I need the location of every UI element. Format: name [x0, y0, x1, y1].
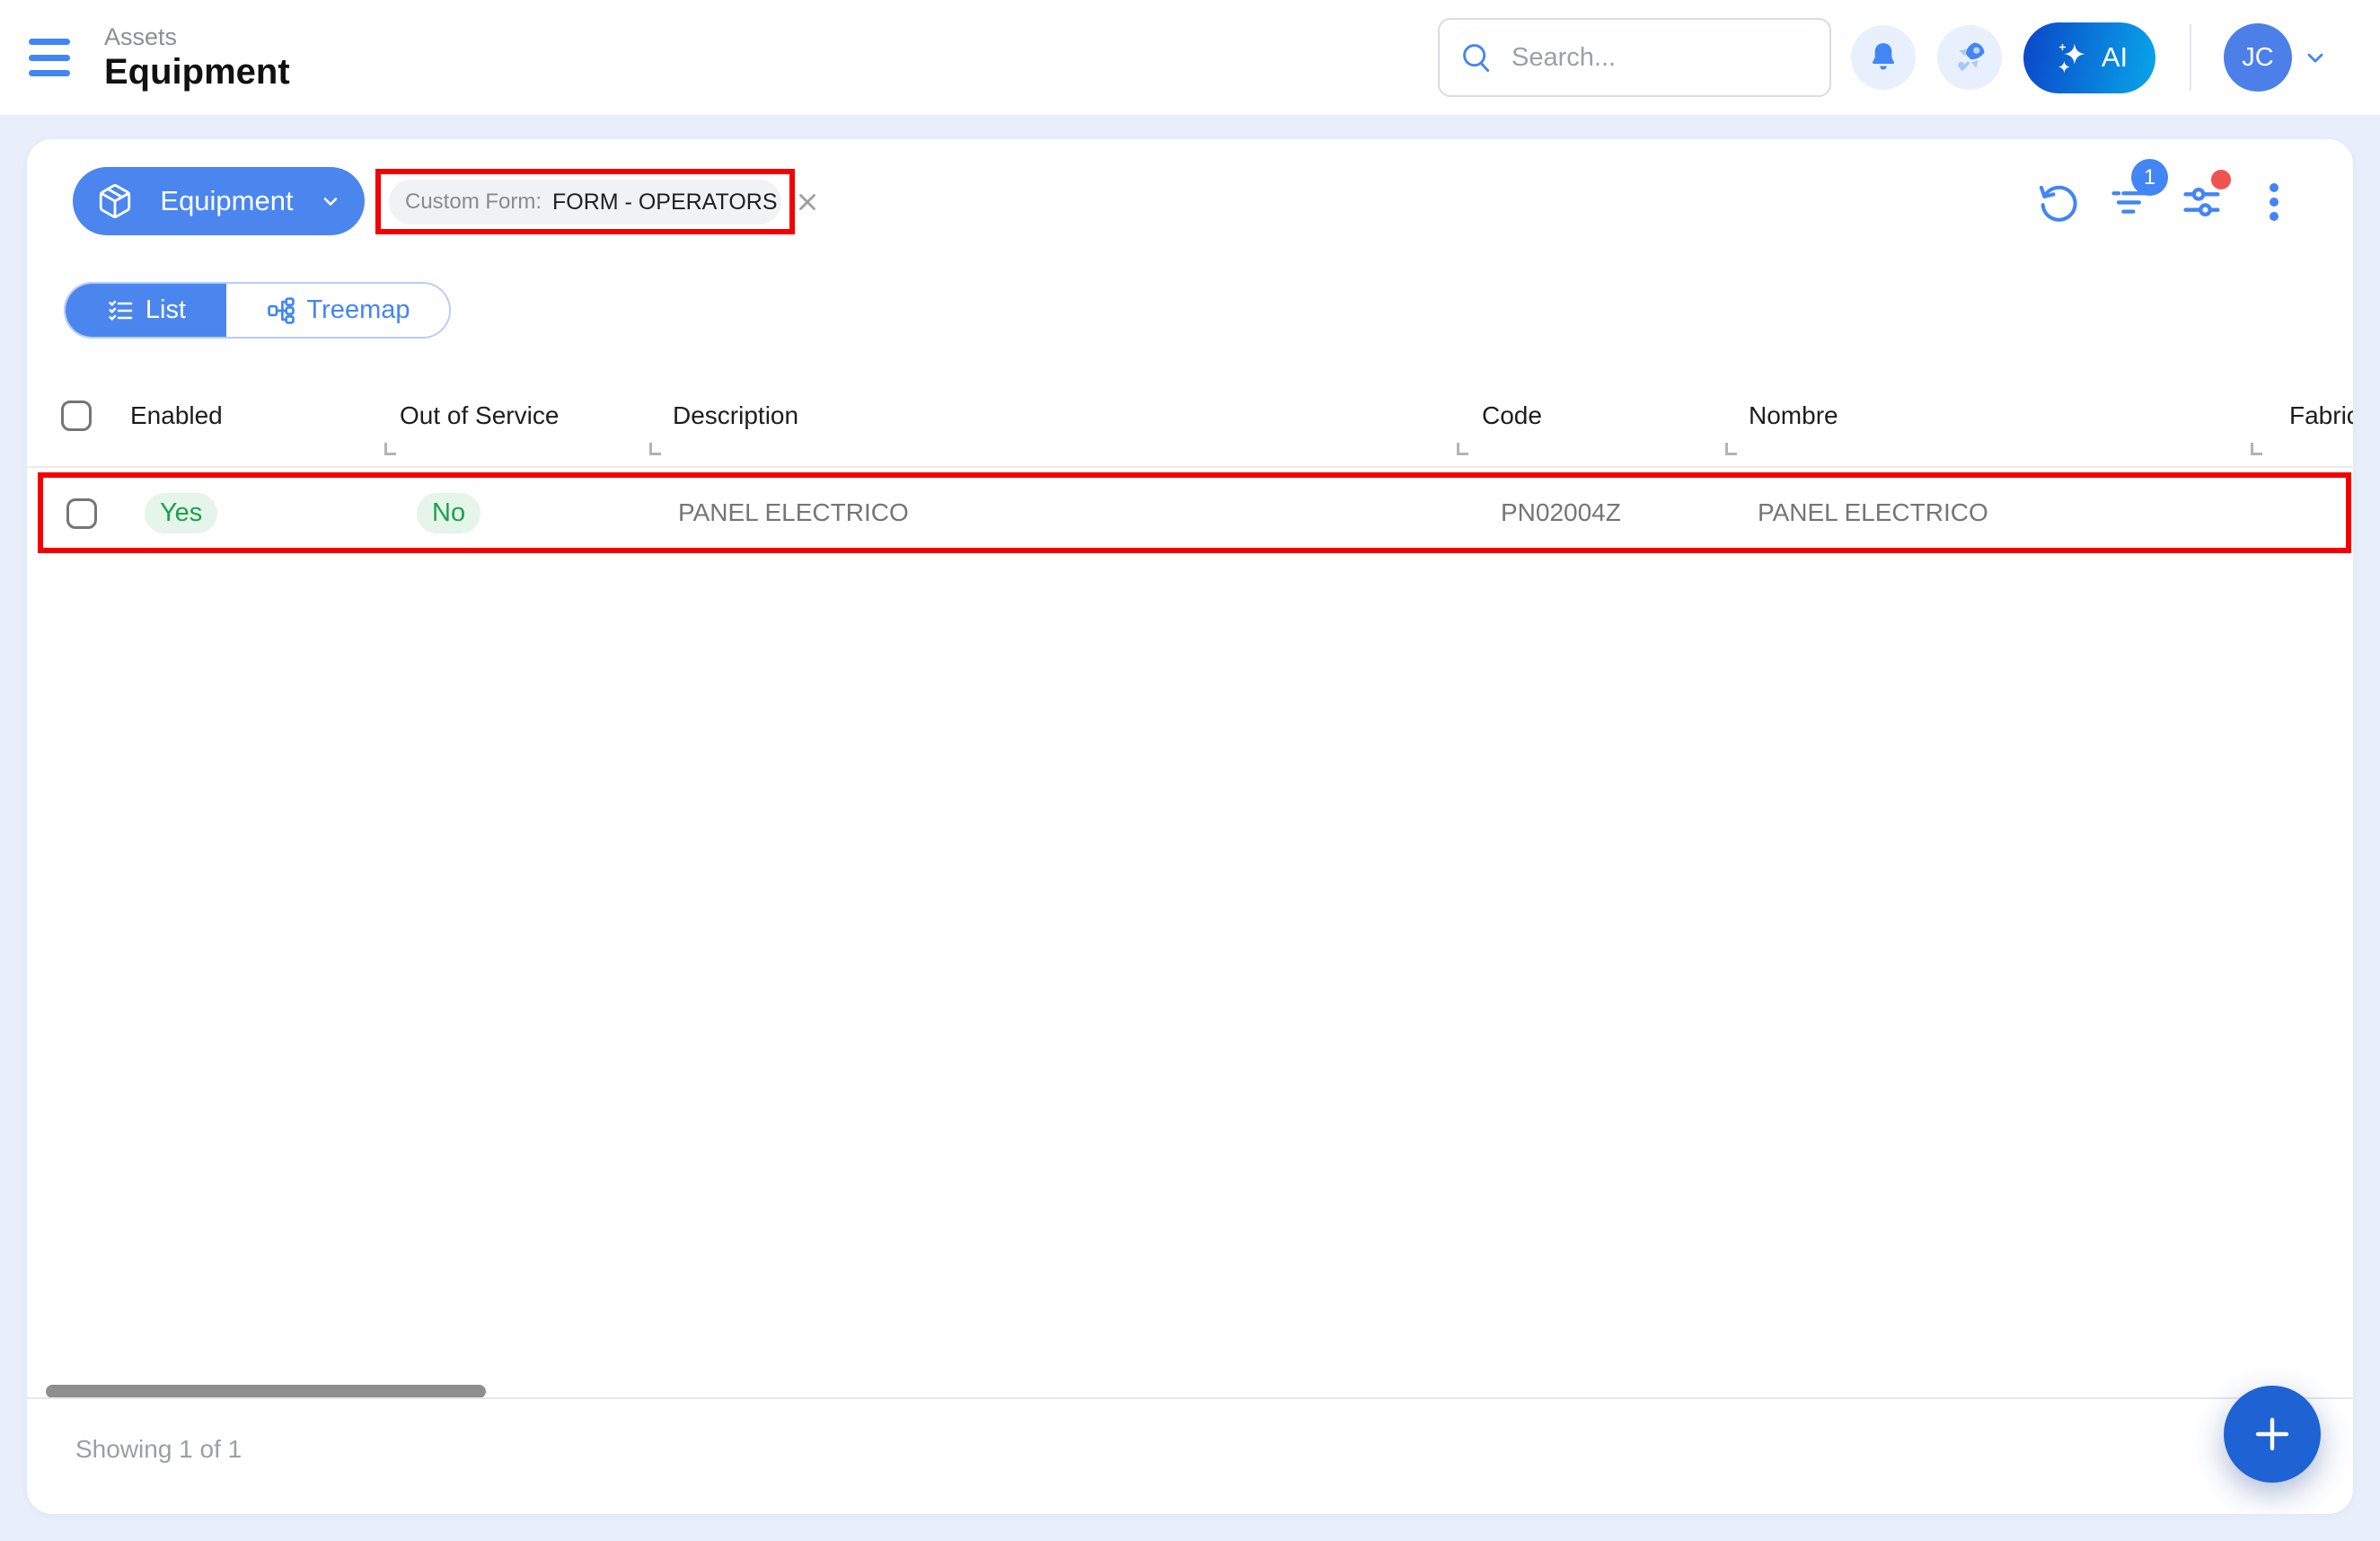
plus-icon: [2255, 1417, 2289, 1451]
table-actions: 1: [2035, 159, 2297, 225]
chip-label: Custom Form:: [405, 189, 542, 214]
view-toggle: List Treemap: [64, 282, 451, 339]
column-header-description[interactable]: Description: [673, 382, 798, 450]
column-resize-handle[interactable]: [1457, 443, 1468, 455]
package-icon: [99, 184, 131, 218]
tab-treemap-label: Treemap: [306, 295, 410, 324]
showing-count: Showing 1 of 1: [75, 1435, 242, 1463]
cell-enabled: Yes: [145, 493, 218, 533]
rocket-icon: [1958, 42, 1985, 71]
cell-code: PN02004Z: [1501, 498, 1621, 526]
annotation-box-filter-chip: Custom Form: FORM - OPERATORS: [375, 169, 815, 234]
cell-out-of-service: No: [417, 493, 481, 533]
column-header-out-of-service[interactable]: Out of Service: [400, 382, 559, 450]
avatar[interactable]: JC: [2224, 23, 2292, 92]
checklist-icon: [109, 300, 133, 321]
column-resize-handle[interactable]: [1725, 443, 1737, 455]
column-header-fabric[interactable]: Fabric: [2289, 382, 2353, 450]
cell-nombre: PANEL ELECTRICO: [1758, 498, 1988, 526]
module-chevron-down-icon: [323, 198, 338, 206]
more-options-button[interactable]: [2251, 179, 2297, 225]
column-settings-button[interactable]: [2179, 170, 2231, 225]
tab-treemap[interactable]: Treemap: [226, 284, 449, 337]
page-heading: Assets Equipment: [104, 22, 290, 92]
add-button[interactable]: [2224, 1386, 2321, 1483]
ai-button[interactable]: AI: [2023, 22, 2155, 93]
breadcrumb: Assets: [104, 23, 178, 50]
settings-alert-dot: [2211, 170, 2231, 189]
column-header-code[interactable]: Code: [1482, 382, 1542, 450]
tab-list[interactable]: List: [66, 284, 226, 337]
chip-close-icon[interactable]: [794, 189, 821, 216]
search-box[interactable]: [1438, 18, 1831, 97]
table-header: Enabled Out of Service Description Code …: [27, 382, 2353, 455]
column-resize-handle[interactable]: [649, 443, 661, 455]
column-header-nombre[interactable]: Nombre: [1749, 382, 1838, 450]
table-row[interactable]: Yes No PANEL ELECTRICO PN02004Z PANEL EL…: [43, 478, 2346, 548]
footer-divider: [27, 1397, 2353, 1399]
ai-button-label: AI: [2101, 41, 2129, 73]
row-checkbox[interactable]: [66, 498, 97, 529]
hamburger-menu-icon[interactable]: [29, 39, 72, 76]
header-divider: [2190, 24, 2191, 91]
search-input[interactable]: [1512, 42, 1799, 73]
cell-description: PANEL ELECTRICO: [678, 498, 909, 526]
search-icon: [1463, 44, 1490, 72]
bell-icon: [1872, 43, 1895, 70]
content-card: Equipment Custom Form: FORM - OPERATORS: [27, 139, 2353, 1514]
filter-button[interactable]: 1: [2107, 159, 2168, 225]
top-bar: Assets Equipment Search... AI JC: [0, 0, 2380, 115]
filter-count-badge: 1: [2131, 159, 2168, 196]
sparkles-icon: [2058, 43, 2085, 74]
column-header-enabled[interactable]: Enabled: [130, 382, 223, 450]
notifications-button[interactable]: [1851, 25, 1916, 90]
refresh-icon: [2039, 185, 2077, 222]
horizontal-scrollbar-thumb[interactable]: [46, 1385, 486, 1398]
module-selector-label: Equipment: [160, 185, 294, 216]
page-title: Equipment: [104, 52, 290, 92]
tab-list-label: List: [145, 295, 187, 324]
column-resize-handle[interactable]: [2251, 443, 2262, 455]
kebab-menu-icon: [2270, 183, 2279, 221]
account-chevron-down-icon[interactable]: [2303, 45, 2328, 70]
refresh-button[interactable]: [2035, 179, 2082, 225]
column-resize-handle[interactable]: [384, 443, 396, 455]
custom-form-filter-chip[interactable]: Custom Form: FORM - OPERATORS: [389, 180, 815, 225]
treemap-icon: [267, 296, 295, 324]
select-all-checkbox[interactable]: [61, 401, 92, 431]
rocket-button[interactable]: [1937, 25, 2002, 90]
header-row-divider: [27, 466, 2353, 468]
chip-value: FORM - OPERATORS: [552, 189, 778, 215]
annotation-box-row: Yes No PANEL ELECTRICO PN02004Z PANEL EL…: [38, 472, 2351, 553]
module-selector-button[interactable]: Equipment: [73, 167, 365, 235]
